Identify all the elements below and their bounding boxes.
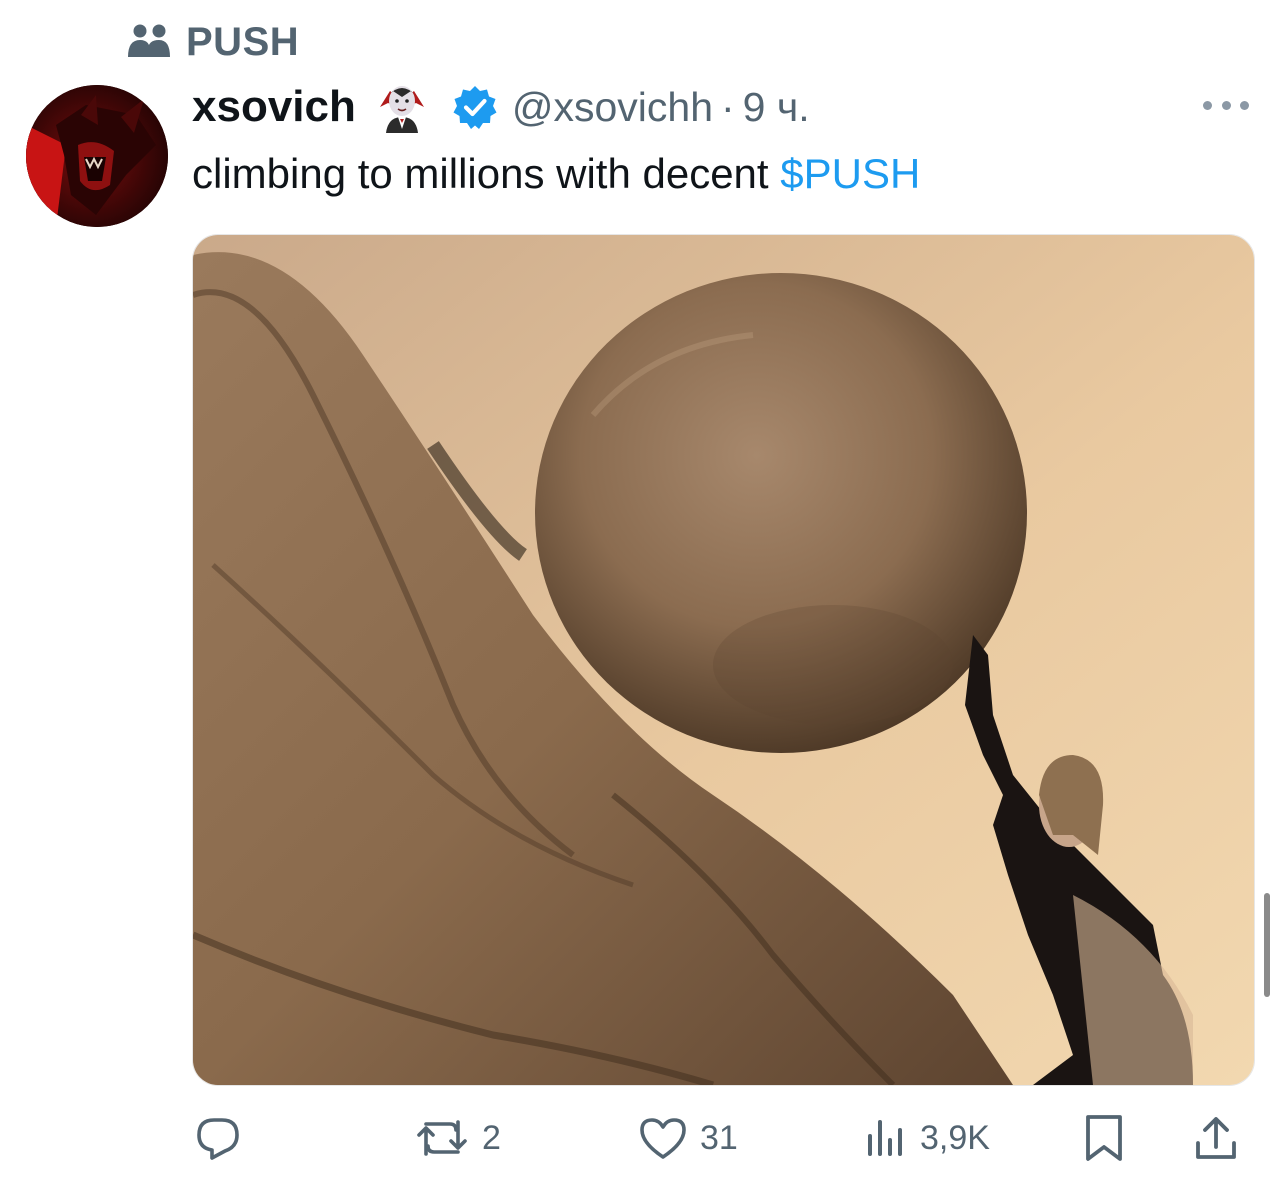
reply-icon: [197, 1118, 239, 1160]
repost-button[interactable]: 2: [414, 1108, 501, 1168]
author-name[interactable]: xsovich: [192, 82, 356, 132]
cashtag-link[interactable]: $PUSH: [780, 150, 920, 197]
community-name: PUSH: [186, 19, 300, 64]
bookmark-button[interactable]: [1082, 1108, 1126, 1168]
repost-icon: [417, 1120, 467, 1156]
views-count: 3,9K: [920, 1118, 990, 1157]
scrollbar-thumb[interactable]: [1264, 893, 1270, 997]
author-handle[interactable]: @xsovichh: [512, 84, 713, 131]
share-icon: [1196, 1117, 1236, 1159]
post-text-body: climbing to millions with decent: [192, 150, 781, 197]
post-media-image[interactable]: [192, 234, 1255, 1086]
views-button[interactable]: 3,9K: [864, 1108, 990, 1168]
header-separator: ·: [721, 83, 735, 130]
community-header[interactable]: PUSH: [126, 20, 299, 64]
vampire-emoji-icon: [379, 86, 424, 133]
bookmark-icon: [1086, 1115, 1122, 1161]
repost-count: 2: [482, 1118, 501, 1157]
verified-badge-icon: [453, 86, 497, 129]
like-icon: [640, 1118, 686, 1159]
like-button[interactable]: 31: [638, 1108, 738, 1168]
like-count: 31: [700, 1118, 738, 1157]
post-actions: 2 31 3,9K: [192, 1108, 1253, 1168]
views-icon: [868, 1120, 902, 1156]
share-button[interactable]: [1192, 1108, 1240, 1168]
reply-button[interactable]: [194, 1108, 254, 1168]
community-icon: [128, 24, 170, 57]
post-header: xsovich @xsovichh · 9 ч.: [192, 80, 810, 134]
post-timestamp[interactable]: 9 ч.: [743, 84, 810, 131]
more-options-icon[interactable]: [1203, 96, 1249, 114]
avatar[interactable]: [26, 85, 168, 227]
post-text: climbing to millions with decent $PUSH: [192, 150, 920, 198]
